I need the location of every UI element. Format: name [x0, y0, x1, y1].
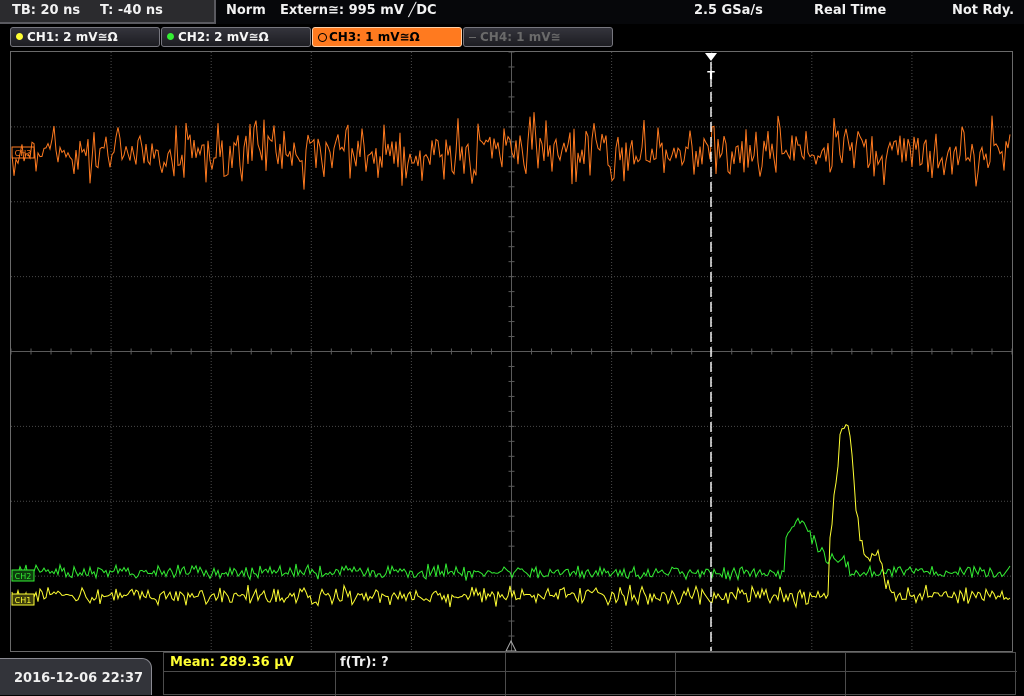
measurement-divider — [164, 671, 1017, 672]
graticule-frame — [10, 51, 1013, 652]
measurement-panel[interactable]: Mean: 289.36 µV f(Tr): ? — [163, 652, 1017, 696]
bottom-bar: 2016-12-06 22:37 Mean: 289.36 µV f(Tr): … — [0, 652, 1024, 696]
datetime-box: 2016-12-06 22:37 — [0, 658, 152, 695]
mean-measurement[interactable]: Mean: 289.36 µV — [170, 655, 294, 670]
datetime: 2016-12-06 22:37 — [14, 671, 144, 686]
measurement-column-divider-3 — [675, 653, 676, 696]
measurement-column-divider-2 — [505, 653, 506, 696]
trigger-frequency-measurement[interactable]: f(Tr): ? — [340, 655, 389, 670]
measurement-column-divider-1 — [335, 653, 336, 696]
measurement-column-divider-4 — [845, 653, 846, 696]
